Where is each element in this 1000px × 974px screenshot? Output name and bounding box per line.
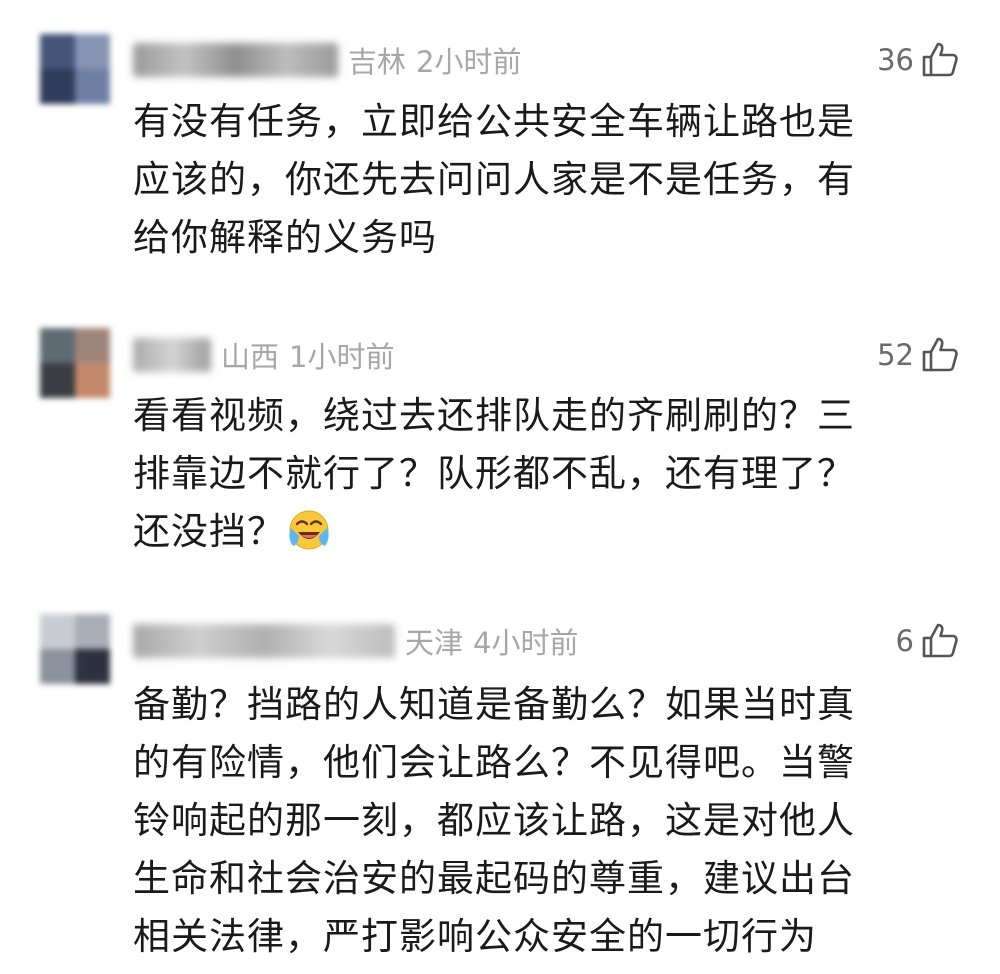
comment-text-content: 看看视频，绕过去还排队走的齐刷刷的？三 排靠边不就行了？队形都不乱，还有理了？ … — [133, 394, 855, 553]
comment-time: 1小时前 — [289, 340, 395, 374]
thumbs-up-icon[interactable] — [920, 335, 960, 375]
username[interactable] — [133, 624, 395, 658]
comment-meta: 山西 1小时前 — [133, 331, 394, 379]
comment-location: 吉林 — [348, 45, 407, 79]
avatar[interactable] — [40, 328, 110, 398]
username[interactable] — [133, 338, 211, 372]
username[interactable] — [133, 43, 338, 77]
like-count: 52 — [877, 338, 914, 372]
avatar[interactable] — [40, 34, 110, 104]
comment-time: 4小时前 — [473, 626, 579, 660]
comment-text: 有没有任务，立即给公共安全车辆让路也是 应该的，你还先去问问人家是不是任务，有 … — [133, 100, 855, 259]
like-button[interactable]: 52 — [877, 331, 960, 379]
thumbs-up-icon[interactable] — [920, 40, 960, 80]
comment-time: 2小时前 — [416, 45, 522, 79]
thumbs-up-icon[interactable] — [920, 621, 960, 661]
comment-meta: 吉林 2小时前 — [133, 36, 521, 84]
like-button[interactable]: 6 — [896, 617, 960, 665]
avatar[interactable] — [40, 614, 110, 684]
crying-laughing-emoji — [289, 510, 329, 550]
comment-text: 备勤？挡路的人知道是备勤么？如果当时真 的有险情，他们会让路么？不见得吧。当警 … — [133, 683, 855, 958]
comment-text: 看看视频，绕过去还排队走的齐刷刷的？三 排靠边不就行了？队形都不乱，还有理了？ … — [133, 387, 933, 561]
comment-meta: 天津 4小时前 — [133, 617, 578, 665]
like-button[interactable]: 36 — [877, 36, 960, 84]
like-count: 6 — [895, 624, 914, 658]
comment-location: 天津 — [405, 626, 464, 660]
like-count: 36 — [877, 43, 914, 77]
comment-location: 山西 — [221, 340, 280, 374]
